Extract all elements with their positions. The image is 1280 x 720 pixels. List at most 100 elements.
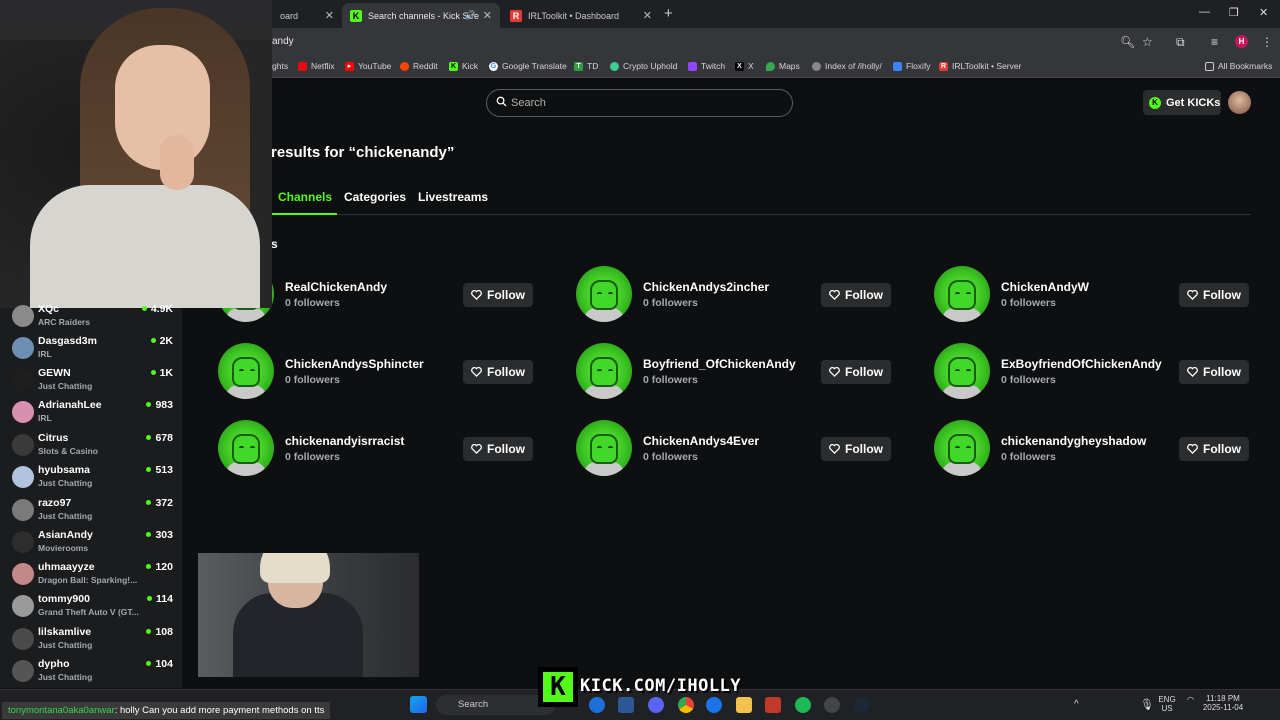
bookmark-index[interactable]: Index of /iholly/	[812, 61, 882, 71]
channel-name[interactable]: RealChickenAndy	[285, 280, 387, 294]
bookmark-twitch[interactable]: Twitch	[688, 61, 725, 71]
menu-kebab-icon[interactable]: ⋮	[1261, 35, 1273, 49]
zoom-icon[interactable]: 🔍︎	[1120, 35, 1135, 49]
kick-favicon-icon: K	[350, 9, 362, 22]
user-avatar[interactable]	[1228, 91, 1251, 114]
window-close-icon[interactable]: ✕	[1259, 6, 1268, 19]
language-indicator[interactable]: ENG US	[1158, 695, 1176, 713]
file-explorer-icon[interactable]	[736, 697, 752, 713]
new-tab-icon[interactable]: +	[664, 5, 673, 22]
channel-name[interactable]: chickenandygheyshadow	[1001, 434, 1146, 448]
bookmark-youtube[interactable]: ▸ YouTube	[345, 61, 391, 71]
channel-avatar[interactable]	[934, 343, 990, 399]
bookmark-maps[interactable]: Maps	[766, 61, 800, 71]
stream-url-watermark: KICK.COM/IHOLLY	[580, 676, 742, 696]
steam-icon[interactable]	[854, 697, 870, 713]
profile-avatar[interactable]: H	[1235, 35, 1248, 48]
followed-channel-category: Just Chatting	[38, 381, 93, 391]
tab-livestreams[interactable]: Livestreams	[418, 190, 488, 204]
bookmark-google-translate[interactable]: G Google Translate	[489, 61, 567, 71]
follow-button[interactable]: Follow	[463, 437, 533, 461]
bookmark-star-icon[interactable]: ☆	[1142, 35, 1153, 49]
close-icon[interactable]: ✕	[325, 9, 334, 22]
discord-icon[interactable]	[648, 697, 664, 713]
follow-button[interactable]: Follow	[821, 437, 891, 461]
follow-button[interactable]: Follow	[1179, 283, 1249, 307]
windows-start-icon[interactable]	[410, 696, 427, 713]
bookmark-irltoolkit-server[interactable]: R IRLToolkit • Server	[939, 61, 1021, 71]
channel-avatar[interactable]	[576, 343, 632, 399]
channel-avatar[interactable]	[576, 420, 632, 476]
channel-avatar[interactable]	[218, 343, 274, 399]
bookmark-td[interactable]: T TD	[574, 61, 598, 71]
followed-channel-item[interactable]: AdrianahLee IRL 983	[0, 396, 182, 428]
followed-channel-item[interactable]: dypho Just Chatting 104	[0, 655, 182, 687]
extensions-icon[interactable]: ⧉	[1176, 35, 1185, 50]
bookmark-reddit[interactable]: Reddit	[400, 61, 438, 71]
followed-channel-item[interactable]: Dasgasd3m IRL 2K	[0, 332, 182, 364]
avatar	[12, 305, 34, 327]
store-icon[interactable]	[618, 697, 634, 713]
followed-channel-item[interactable]: hyubsama Just Chatting 513	[0, 461, 182, 493]
bookmark-crypto-uphold[interactable]: Crypto Uphold	[610, 61, 677, 71]
tab-search-channels[interactable]: K Search channels - Kick Stre 🔊 ✕	[342, 3, 500, 28]
search-bar[interactable]	[486, 89, 793, 117]
get-kicks-button[interactable]: K Get KICKs	[1143, 90, 1221, 115]
tab-dashboard[interactable]: oard ✕	[272, 3, 342, 28]
bookmark-floxify[interactable]: Floxify	[893, 61, 931, 71]
followed-channel-item[interactable]: GEWN Just Chatting 1K	[0, 364, 182, 396]
bookmark-x[interactable]: XX	[735, 61, 754, 71]
edge-icon[interactable]	[589, 697, 605, 713]
media-control-icon[interactable]: ≡	[1211, 35, 1218, 49]
followed-channel-item[interactable]: lilskamlive Just Chatting 108	[0, 623, 182, 655]
follow-button[interactable]: Follow	[463, 283, 533, 307]
search-input[interactable]	[511, 94, 781, 112]
app-icon[interactable]	[765, 697, 781, 713]
url-field[interactable]: andy	[272, 36, 294, 47]
spotify-icon[interactable]	[795, 697, 811, 713]
speaker-icon[interactable]: 🔊	[465, 10, 476, 21]
bookmark-item[interactable]: ghts	[272, 61, 288, 71]
follow-button[interactable]: Follow	[821, 360, 891, 384]
channel-name[interactable]: ChickenAndys4Ever	[643, 434, 759, 448]
wifi-icon[interactable]: ◠	[1187, 695, 1194, 704]
bookmark-kick[interactable]: K Kick	[449, 61, 478, 71]
channel-name[interactable]: ChickenAndys2incher	[643, 280, 769, 294]
channel-followers: 0 followers	[1001, 451, 1056, 463]
microphone-icon[interactable]: 🎙︎	[1140, 698, 1154, 711]
channel-avatar[interactable]	[934, 420, 990, 476]
close-icon[interactable]: ✕	[483, 9, 492, 22]
channel-name[interactable]: ChickenAndysSphincter	[285, 357, 424, 371]
channel-avatar[interactable]	[934, 266, 990, 322]
follow-button[interactable]: Follow	[1179, 437, 1249, 461]
followed-channel-item[interactable]: Citrus Slots & Casino 678	[0, 429, 182, 461]
obs-icon[interactable]	[824, 697, 840, 713]
channel-avatar[interactable]	[218, 420, 274, 476]
channel-avatar[interactable]	[576, 266, 632, 322]
channel-name[interactable]: ExBoyfriendOfChickenAndy	[1001, 357, 1162, 371]
follow-button[interactable]: Follow	[1179, 360, 1249, 384]
folder-icon	[1205, 61, 1214, 71]
chrome-icon[interactable]	[678, 697, 694, 713]
followed-channel-item[interactable]: AsianAndy Movierooms 303	[0, 526, 182, 558]
channel-name[interactable]: chickenandyisrracist	[285, 434, 404, 448]
followed-channel-item[interactable]: razo97 Just Chatting 372	[0, 494, 182, 526]
bookmark-netflix[interactable]: Netflix	[298, 61, 335, 71]
followed-channel-item[interactable]: tommy900 Grand Theft Auto V (GT... 114	[0, 590, 182, 622]
tab-categories[interactable]: Categories	[344, 190, 406, 204]
chevron-up-icon[interactable]: ^	[1074, 699, 1079, 710]
follow-button[interactable]: Follow	[821, 283, 891, 307]
all-bookmarks[interactable]: All Bookmarks	[1205, 61, 1272, 71]
close-icon[interactable]: ✕	[643, 9, 652, 22]
channel-name[interactable]: Boyfriend_OfChickenAndy	[643, 357, 796, 371]
restore-icon[interactable]: ❐	[1229, 6, 1239, 19]
tab-channels[interactable]: Channels	[278, 190, 332, 204]
vpn-icon[interactable]	[706, 697, 722, 713]
followed-channel-item[interactable]: XQc ARC Raiders 4.9K	[0, 300, 182, 332]
followed-channel-item[interactable]: uhmaayyze Dragon Ball: Sparking!... 120	[0, 558, 182, 590]
follow-button[interactable]: Follow	[463, 360, 533, 384]
clock[interactable]: 11:18 PM 2025-11-04	[1200, 694, 1246, 712]
minimize-icon[interactable]: —	[1199, 6, 1210, 18]
tab-irltoolkit[interactable]: R IRLToolkit • Dashboard ✕	[502, 3, 660, 28]
channel-name[interactable]: ChickenAndyW	[1001, 280, 1089, 294]
